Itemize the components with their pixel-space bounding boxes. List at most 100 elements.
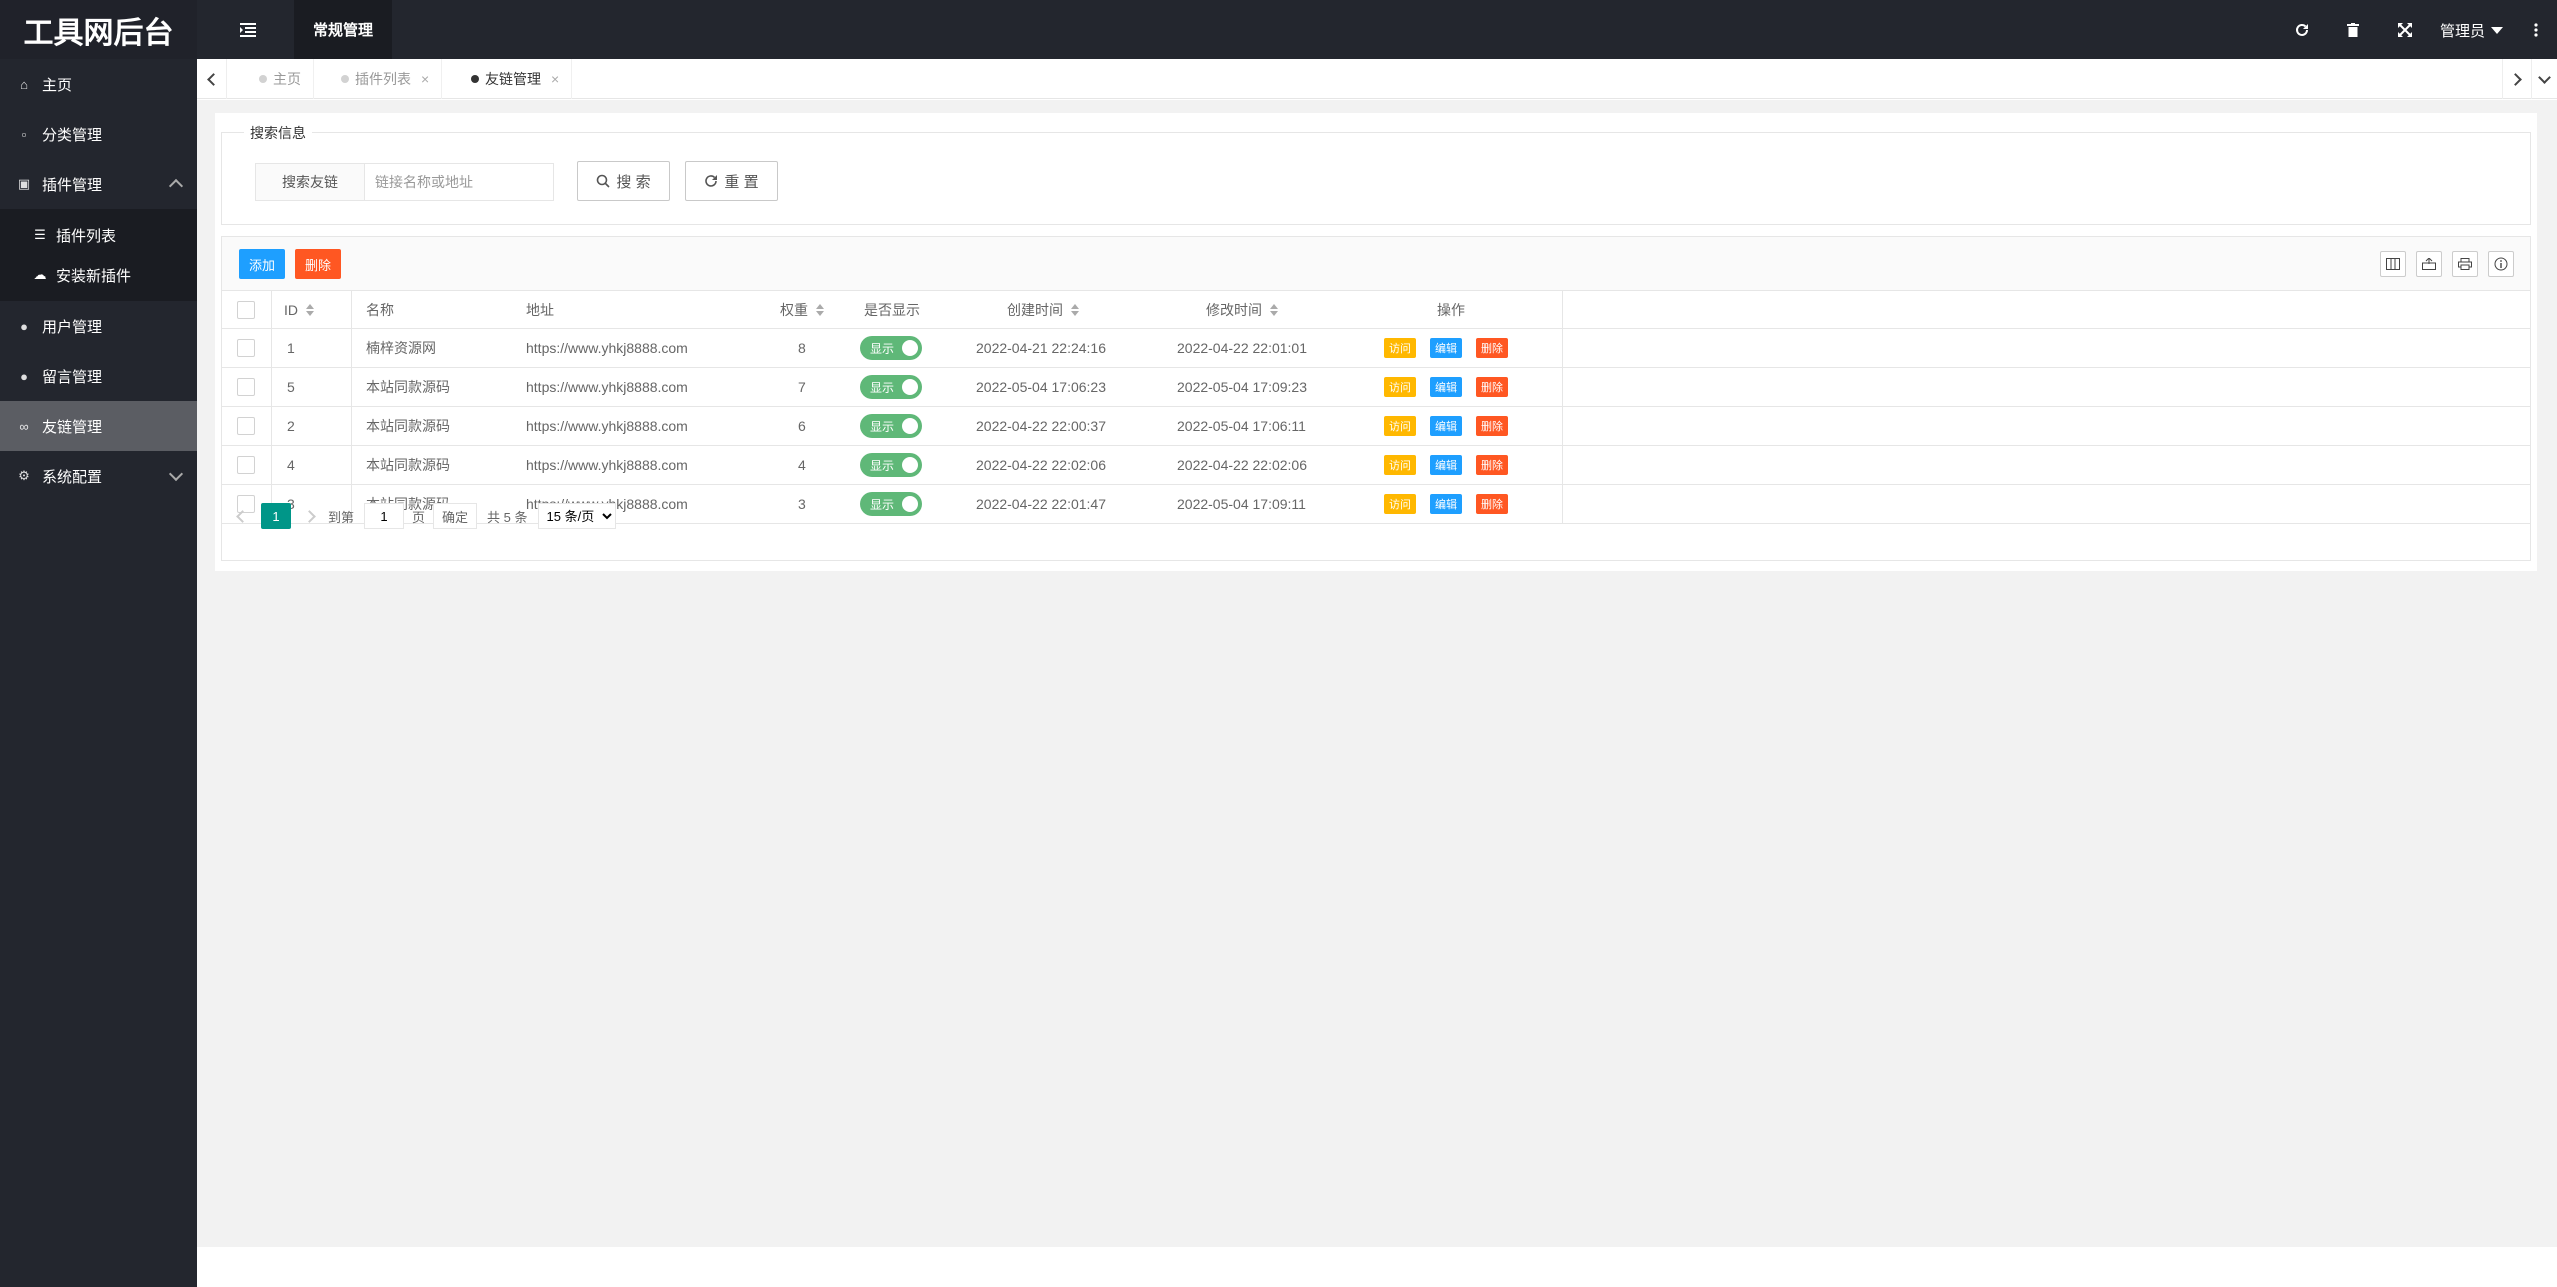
- sidebar-item-plugins[interactable]: ▣ 插件管理: [0, 159, 197, 209]
- row-checkbox[interactable]: [237, 417, 255, 435]
- trash-icon[interactable]: [2341, 18, 2365, 42]
- sidebar-item-label: 用户管理: [42, 318, 103, 336]
- delete-button[interactable]: 删除: [1476, 338, 1508, 358]
- menu-toggle-icon[interactable]: [224, 16, 272, 44]
- sidebar-subitem-plugin-list[interactable]: ☰ 插件列表: [0, 215, 197, 255]
- tab-plugin-list[interactable]: 插件列表 ×: [331, 59, 443, 99]
- edit-button[interactable]: 编辑: [1430, 377, 1462, 397]
- tab-dot-icon: [471, 75, 479, 83]
- sidebar-subitem-install-plugin[interactable]: ☁ 安装新插件: [0, 255, 197, 295]
- sidebar-item-users[interactable]: ● 用户管理: [0, 301, 197, 351]
- visit-button[interactable]: 访问: [1384, 338, 1416, 358]
- table-grid: ID 名称 地址 权重 是否显示 创建时间 修改时间 操作 1 楠梓资源网 http…: [222, 291, 2530, 524]
- sidebar-item-category[interactable]: ▫ 分类管理: [0, 109, 197, 159]
- sort-icon[interactable]: [1270, 303, 1278, 316]
- add-button[interactable]: 添加: [239, 249, 285, 279]
- delete-button[interactable]: 删除: [1476, 377, 1508, 397]
- app-logo: 工具网后台: [0, 0, 197, 59]
- column-header-weight[interactable]: 权重: [780, 291, 824, 328]
- cell-created: 2022-05-04 17:06:23: [976, 379, 1106, 395]
- reset-button[interactable]: 重 置: [685, 161, 778, 201]
- sort-icon[interactable]: [1071, 303, 1079, 316]
- row-checkbox[interactable]: [237, 378, 255, 396]
- column-header-created[interactable]: 创建时间: [1007, 291, 1079, 328]
- cell-name: 本站同款源码: [366, 418, 450, 434]
- close-icon[interactable]: ×: [421, 71, 429, 87]
- column-header-id[interactable]: ID: [284, 291, 314, 328]
- delete-button[interactable]: 删除: [1476, 455, 1508, 475]
- column-header-modified[interactable]: 修改时间: [1206, 291, 1278, 328]
- sidebar-item-settings[interactable]: ⚙ 系统配置: [0, 451, 197, 501]
- tab-links[interactable]: 友链管理 ×: [461, 59, 573, 99]
- sidebar-item-home[interactable]: ⌂ 主页: [0, 59, 197, 109]
- edit-button[interactable]: 编辑: [1430, 338, 1462, 358]
- cell-name: 楠梓资源网: [366, 340, 436, 356]
- delete-button[interactable]: 删除: [1476, 416, 1508, 436]
- sort-icon[interactable]: [816, 303, 824, 316]
- tabs-dropdown-button[interactable]: [2529, 59, 2557, 99]
- row-checkbox[interactable]: [237, 456, 255, 474]
- cloud-download-icon: ☁: [33, 267, 47, 282]
- visible-toggle[interactable]: 显示: [860, 414, 922, 438]
- goto-confirm-button[interactable]: 确定: [433, 503, 478, 529]
- top-tab-general[interactable]: 常规管理: [294, 0, 392, 59]
- cell-weight: 7: [798, 379, 806, 395]
- more-vertical-icon[interactable]: [2524, 18, 2548, 42]
- tab-label: 主页: [273, 71, 301, 87]
- row-checkbox[interactable]: [237, 339, 255, 357]
- select-all-checkbox[interactable]: [237, 300, 255, 319]
- cell-modified: 2022-04-22 22:02:06: [1177, 457, 1307, 473]
- visit-button[interactable]: 访问: [1384, 416, 1416, 436]
- search-fieldset: 搜索信息 搜索友链 搜 索 重 置: [221, 123, 2531, 225]
- goto-label: 到第: [328, 509, 355, 525]
- prev-page-icon[interactable]: [236, 509, 249, 523]
- visible-toggle[interactable]: 显示: [860, 453, 922, 477]
- search-button[interactable]: 搜 索: [577, 161, 670, 201]
- top-header: 工具网后台 常规管理 管理员: [0, 0, 2557, 59]
- info-icon[interactable]: [2488, 251, 2514, 277]
- user-menu[interactable]: 管理员: [2440, 18, 2504, 42]
- cell-url: https://www.yhkj8888.com: [526, 457, 688, 473]
- visit-button[interactable]: 访问: [1384, 377, 1416, 397]
- cell-weight: 8: [798, 340, 806, 356]
- tabs-scroll-left-button[interactable]: [197, 59, 227, 99]
- toggle-knob: [902, 340, 918, 356]
- search-legend: 搜索信息: [244, 123, 312, 143]
- gears-icon: ⚙: [18, 468, 30, 483]
- search-input[interactable]: [364, 163, 554, 201]
- table-row: 5 本站同款源码 https://www.yhkj8888.com 7 显示 2022-0…: [222, 368, 2530, 407]
- visible-toggle[interactable]: 显示: [860, 375, 922, 399]
- tabs-scroll-right-button[interactable]: [2502, 59, 2532, 99]
- close-icon[interactable]: ×: [551, 71, 559, 87]
- cell-url: https://www.yhkj8888.com: [526, 418, 688, 434]
- export-icon[interactable]: [2416, 251, 2442, 277]
- toggle-label: 显示: [870, 458, 895, 473]
- cell-created: 2022-04-21 22:24:16: [976, 340, 1106, 356]
- sidebar-item-label: 插件管理: [42, 176, 103, 194]
- cell-weight: 4: [798, 457, 806, 473]
- visible-toggle[interactable]: 显示: [860, 336, 922, 360]
- edit-button[interactable]: 编辑: [1430, 455, 1462, 475]
- fullscreen-icon[interactable]: [2393, 18, 2417, 42]
- bookmark-icon: ▫: [21, 126, 27, 142]
- batch-delete-button[interactable]: 删除: [295, 249, 341, 279]
- refresh-icon[interactable]: [2290, 18, 2314, 42]
- sidebar-item-messages[interactable]: ● 留言管理: [0, 351, 197, 401]
- page-size-select[interactable]: 15 条/页: [537, 503, 616, 529]
- goto-page-input[interactable]: [364, 503, 405, 529]
- column-header-visible: 是否显示: [864, 301, 920, 318]
- sidebar-item-label: 友链管理: [42, 418, 103, 436]
- reset-button-label: 重 置: [724, 173, 759, 191]
- print-icon[interactable]: [2452, 251, 2478, 277]
- tab-home[interactable]: 主页: [249, 59, 314, 99]
- sort-icon[interactable]: [306, 303, 314, 316]
- page-unit-label: 页: [412, 509, 426, 525]
- cell-id: 2: [287, 418, 295, 434]
- edit-button[interactable]: 编辑: [1430, 416, 1462, 436]
- sidebar-item-links[interactable]: ∞ 友链管理: [0, 401, 197, 451]
- visit-button[interactable]: 访问: [1384, 455, 1416, 475]
- columns-icon[interactable]: [2380, 251, 2406, 277]
- current-page[interactable]: 1: [261, 503, 291, 529]
- next-page-icon[interactable]: [303, 509, 316, 523]
- search-field-label: 搜索友链: [255, 163, 365, 201]
